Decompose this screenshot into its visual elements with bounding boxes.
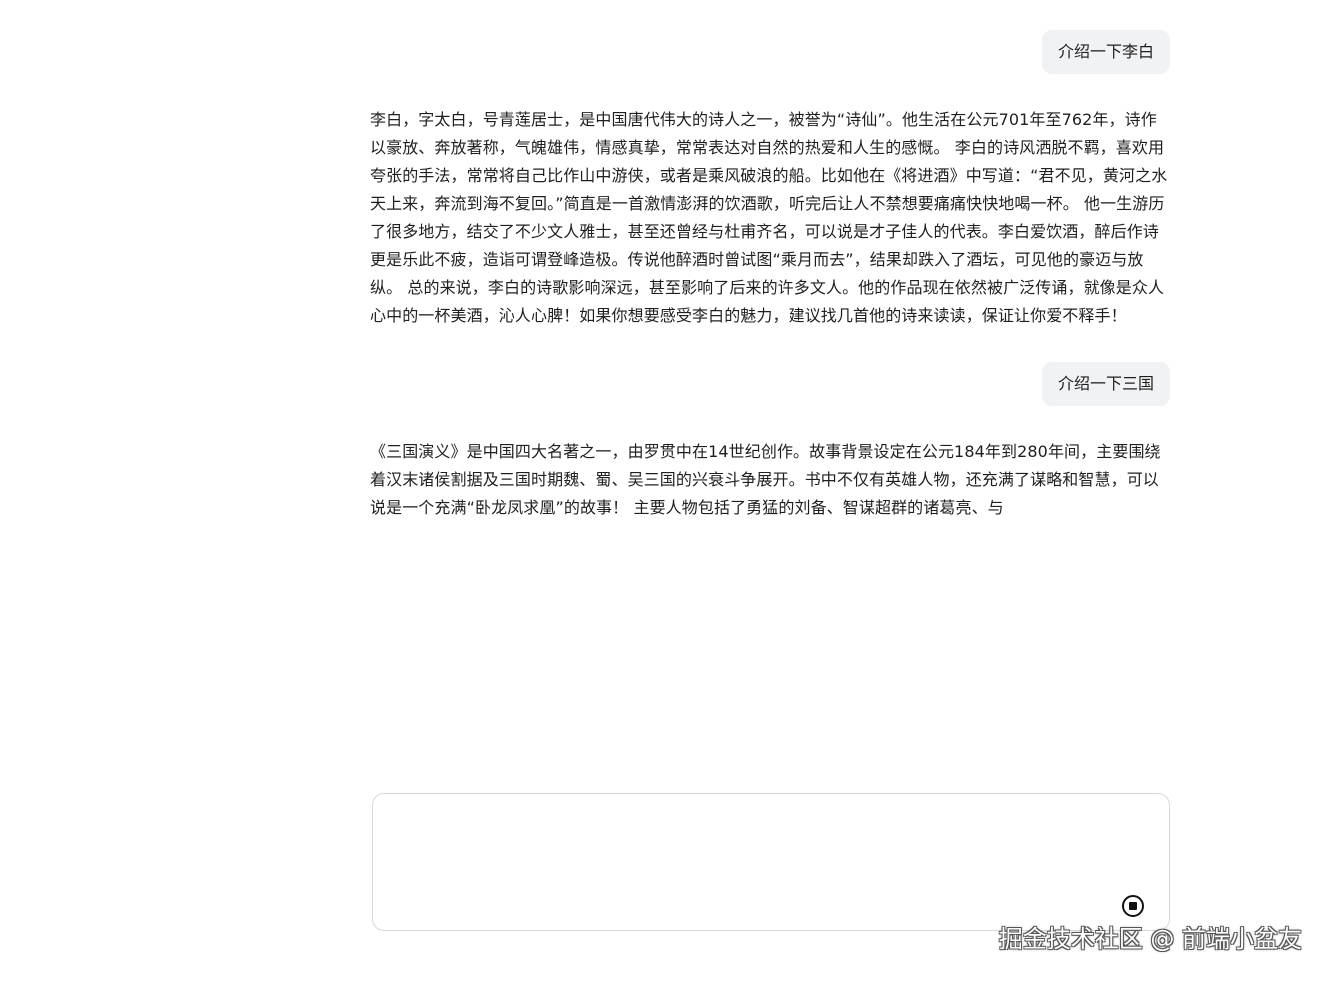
assistant-message: 李白，字太白，号青莲居士，是中国唐代伟大的诗人之一，被誉为“诗仙”。他生活在公元… xyxy=(370,110,1168,325)
user-message-bubble: 介绍一下李白 xyxy=(1041,30,1170,74)
user-message-row: 介绍一下李白 xyxy=(370,30,1170,74)
stop-circle-icon xyxy=(1129,902,1137,910)
chat-page: 介绍一下李白 李白，字太白，号青莲居士，是中国唐代伟大的诗人之一，被誉为“诗仙”… xyxy=(0,0,1328,982)
stop-generation-button[interactable] xyxy=(1122,895,1144,917)
message-input[interactable] xyxy=(372,793,1170,931)
conversation-thread: 介绍一下李白 李白，字太白，号青莲居士，是中国唐代伟大的诗人之一，被誉为“诗仙”… xyxy=(370,30,1170,554)
user-message-row: 介绍一下三国 xyxy=(370,362,1170,406)
user-message-bubble: 介绍一下三国 xyxy=(1041,362,1170,406)
assistant-message-streaming: 《三国演义》是中国四大名著之一，由罗贯中在14世纪创作。故事背景设定在公元184… xyxy=(370,442,1161,517)
watermark: 掘金技术社区 @ 前端小盆友 xyxy=(998,925,1302,953)
